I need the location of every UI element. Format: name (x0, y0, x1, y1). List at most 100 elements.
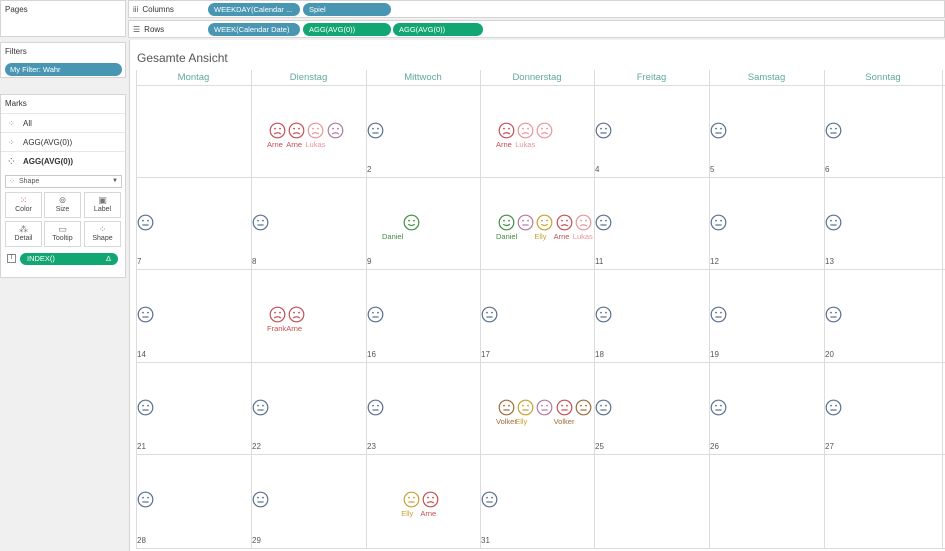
neutral-face-icon[interactable] (595, 214, 612, 231)
tooltip-button[interactable]: ▭ Tooltip (44, 221, 81, 247)
neutral-face-icon[interactable] (825, 214, 842, 231)
shape-button[interactable]: ⁘ Shape (84, 221, 121, 247)
week-pill[interactable]: WEEK(Calendar Date) (208, 23, 300, 36)
columns-shelf[interactable]: iii Columns WEEKDAY(Calendar ... Spiel (128, 0, 945, 18)
neutral-face-icon[interactable] (595, 399, 612, 416)
neutral-face-icon[interactable] (252, 491, 269, 508)
neutral-face-icon[interactable] (367, 399, 384, 416)
sad-face-icon[interactable] (307, 122, 324, 139)
player-name-label: Arne (286, 140, 303, 149)
neutral-face-icon[interactable] (710, 306, 727, 323)
player-name-label: Elly (515, 417, 528, 426)
spiel-pill[interactable]: Spiel (303, 3, 391, 16)
shape-icon: ⁘ (98, 224, 107, 234)
marks-row-agg-2[interactable]: ⁘ AGG(AVG(0)) (1, 151, 125, 170)
neutral-face-icon[interactable] (710, 122, 727, 139)
sad-face-icon[interactable] (269, 306, 286, 323)
marks-row-agg-1[interactable]: ⁘ AGG(AVG(0)) (1, 132, 125, 151)
neutral-face-icon[interactable] (137, 306, 154, 323)
day-number: 6 (825, 165, 830, 174)
index-pill-label: INDEX() (27, 254, 55, 263)
player-name-label: Arne (267, 140, 283, 149)
color-icon: ⁙ (19, 195, 28, 205)
neutral-face-icon[interactable] (825, 306, 842, 323)
neutral-face-icon[interactable] (825, 122, 842, 139)
day-number: 14 (137, 350, 146, 359)
day-header-4: Freitag (636, 72, 667, 83)
neutral-face-icon[interactable] (481, 306, 498, 323)
neutral-face-icon[interactable] (252, 214, 269, 231)
pages-card[interactable]: Pages (0, 0, 126, 37)
neutral-face-icon[interactable] (517, 399, 534, 416)
sad-face-icon[interactable] (269, 122, 286, 139)
day-number: 20 (825, 350, 834, 359)
neutral-face-icon[interactable] (825, 399, 842, 416)
size-button[interactable]: ⊚ Size (44, 192, 81, 218)
detail-button[interactable]: ⁂ Detail (5, 221, 42, 247)
player-name-label: Volker (553, 417, 575, 426)
neutral-face-icon[interactable] (556, 399, 573, 416)
pages-title: Pages (5, 5, 28, 14)
neutral-face-icon[interactable] (403, 491, 420, 508)
day-number: 26 (710, 442, 719, 451)
happy-face-icon[interactable] (403, 214, 420, 231)
player-name-label: Elly (401, 509, 414, 518)
sad-face-icon[interactable] (498, 122, 515, 139)
marks-row-all[interactable]: ⁘ All (1, 113, 125, 132)
neutral-face-icon[interactable] (710, 399, 727, 416)
agg-pill-2[interactable]: AGG(AVG(0)) (393, 23, 483, 36)
sad-face-icon[interactable] (327, 122, 344, 139)
left-panel: Pages Filters My Filter: Wahr Marks ⁘ Al… (0, 0, 126, 551)
mark-type-select[interactable]: ⁘ Shape ▼ (5, 175, 122, 188)
player-name-label: Daniel (496, 232, 518, 241)
player-name-label: Arne (286, 324, 303, 333)
sad-face-icon[interactable] (288, 122, 305, 139)
neutral-face-icon[interactable] (595, 122, 612, 139)
sad-face-icon[interactable] (288, 306, 305, 323)
neutral-face-icon[interactable] (367, 306, 384, 323)
rows-shelf[interactable]: ☰ Rows WEEK(Calendar Date) AGG(AVG(0)) AG… (128, 20, 945, 38)
detail-icon: ⁂ (19, 224, 28, 234)
neutral-face-icon[interactable] (575, 399, 592, 416)
calendar-view[interactable]: Gesamte Ansicht Montag Dienstag Mittwoch Do… (129, 40, 945, 551)
sad-face-icon[interactable] (536, 122, 553, 139)
neutral-face-icon[interactable] (536, 399, 553, 416)
label-button[interactable]: ▣ Label (84, 192, 121, 218)
neutral-face-icon[interactable] (481, 491, 498, 508)
mark-type-value: Shape (19, 178, 40, 185)
day-number: 13 (825, 257, 834, 266)
neutral-face-icon[interactable] (137, 214, 154, 231)
day-header-2: Mittwoch (404, 72, 442, 83)
sad-face-icon[interactable] (556, 214, 573, 231)
sad-face-icon[interactable] (517, 122, 534, 139)
filters-title: Filters (5, 47, 27, 56)
weekday-pill[interactable]: WEEKDAY(Calendar ... (208, 3, 300, 16)
neutral-face-icon[interactable] (252, 399, 269, 416)
filter-pill[interactable]: My Filter: Wahr (5, 63, 122, 76)
marks-card: Marks ⁘ All ⁘ AGG(AVG(0)) ⁘ AGG(AVG(0)) … (0, 94, 126, 278)
sad-face-icon[interactable] (422, 491, 439, 508)
sad-face-icon[interactable] (575, 214, 592, 231)
agg-pill-1[interactable]: AGG(AVG(0)) (303, 23, 391, 36)
neutral-face-icon[interactable] (137, 399, 154, 416)
multi-mark-icon: ⁘ (8, 119, 15, 128)
day-number: 9 (367, 257, 372, 266)
neutral-face-icon[interactable] (367, 122, 384, 139)
neutral-face-icon[interactable] (137, 491, 154, 508)
happy-face-icon[interactable] (498, 214, 515, 231)
index-pill[interactable]: INDEX() Δ (20, 253, 118, 265)
neutral-face-icon[interactable] (710, 214, 727, 231)
columns-icon: iii (133, 5, 139, 14)
day-number: 8 (252, 257, 257, 266)
neutral-face-icon[interactable] (595, 306, 612, 323)
filters-card[interactable]: Filters My Filter: Wahr (0, 42, 126, 78)
rows-icon: ☰ (133, 25, 141, 34)
label-field-icon: T (7, 254, 16, 263)
view-title: Gesamte Ansicht (137, 51, 228, 65)
neutral-face-icon[interactable] (498, 399, 515, 416)
happy-face-icon[interactable] (536, 214, 553, 231)
color-button[interactable]: ⁙ Color (5, 192, 42, 218)
player-name-label: Lukas (305, 140, 326, 149)
day-number: 17 (481, 350, 490, 359)
neutral-face-icon[interactable] (517, 214, 534, 231)
